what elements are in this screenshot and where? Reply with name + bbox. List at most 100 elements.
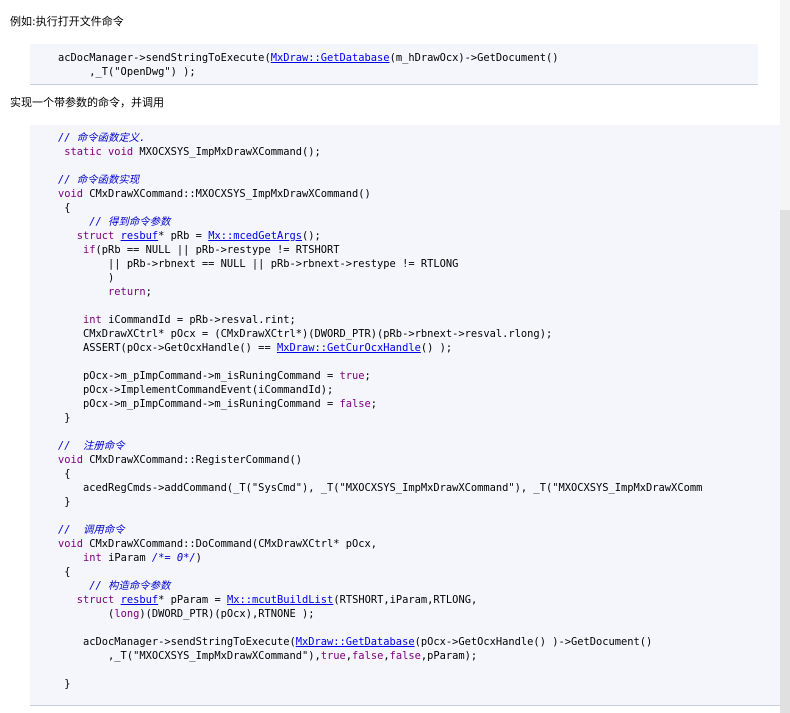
code-line: acDocManager->sendStringToExecute(MxDraw… xyxy=(58,635,652,649)
code-link[interactable]: resbuf xyxy=(121,594,159,606)
code-line: CMxDrawXCtrl* pOcx = (CMxDrawXCtrl*)(DWO… xyxy=(58,327,552,341)
code-line: { xyxy=(58,201,71,215)
code-comment: // 调用命令 xyxy=(58,524,125,536)
code-text: pOcx->m_pImpCommand->m_isRuningCommand = xyxy=(58,370,340,382)
code-line: ,_T("MXOCXSYS_ImpMxDrawXCommand"),true,f… xyxy=(58,649,477,663)
paragraph-param-command: 实现一个带参数的命令，并调用 xyxy=(10,96,164,109)
code-text: iCommandId = pRb->resval.rint; xyxy=(101,314,296,326)
code-text: ( xyxy=(58,608,115,620)
paragraph-open-file-example: 例如:执行打开文件命令 xyxy=(10,15,124,28)
code-line: acedRegCmds->addCommand(_T("SysCmd"), _T… xyxy=(58,481,702,495)
code-text: ASSERT(pOcx->GetOcxHandle() == xyxy=(58,342,277,354)
code-line: // 构造命令参数 xyxy=(58,579,170,593)
code-text: (pOcx->GetOcxHandle() )->GetDocument() xyxy=(414,636,653,648)
code-line: pOcx->m_pImpCommand->m_isRuningCommand =… xyxy=(58,397,377,411)
code-line: acDocManager->sendStringToExecute(MxDraw… xyxy=(58,51,558,65)
code-keyword: if xyxy=(83,244,96,256)
code-text: pOcx->m_pImpCommand->m_isRuningCommand = xyxy=(58,398,340,410)
code-comment: // 命令函数实现 xyxy=(58,174,140,186)
code-line: void CMxDrawXCommand::RegisterCommand() xyxy=(58,453,302,467)
code-link[interactable]: Mx::mcutBuildList xyxy=(227,594,333,606)
code-text: CMxDrawXCommand::DoCommand(CMxDrawXCtrl*… xyxy=(83,538,378,550)
code-keyword: struct xyxy=(76,230,115,242)
code-line: || pRb->rbnext == NULL || pRb->rbnext->r… xyxy=(58,257,458,271)
code-text: ; xyxy=(145,286,152,298)
code-text: } xyxy=(58,496,71,508)
code-text: (pRb == NULL || pRb->restype != RTSHORT xyxy=(95,244,340,256)
code-text: } xyxy=(58,678,71,690)
code-text: } xyxy=(58,412,71,424)
code-keyword: false xyxy=(389,650,421,662)
code-keyword: long xyxy=(114,608,140,620)
code-text: ; xyxy=(364,370,371,382)
code-line: ) xyxy=(58,271,114,285)
code-keyword: true xyxy=(320,650,346,662)
code-text: pOcx->ImplementCommandEvent(iCommandId); xyxy=(58,384,334,396)
code-comment: // 构造命令参数 xyxy=(89,580,171,592)
code-line: int iCommandId = pRb->resval.rint; xyxy=(58,313,296,327)
code-text: ; xyxy=(370,398,378,410)
code-comment: // 命令函数定义. xyxy=(58,132,146,144)
code-text: MXOCXSYS_ImpMxDrawXCommand(); xyxy=(133,146,321,158)
code-text: acDocManager->sendStringToExecute( xyxy=(58,52,271,64)
code-text: ,_T("OpenDwg") ); xyxy=(58,66,196,78)
code-link[interactable]: MxDraw::GetCurOcxHandle xyxy=(277,342,421,354)
code-text: ,_T("MXOCXSYS_ImpMxDrawXCommand"), xyxy=(58,650,321,662)
code-text: { xyxy=(58,468,71,480)
code-link[interactable]: resbuf xyxy=(121,230,159,242)
code-keyword: return xyxy=(108,286,146,298)
code-keyword: true xyxy=(339,370,365,382)
code-text: (m_hDrawOcx)->GetDocument() xyxy=(389,52,559,64)
code-line: // 命令函数定义. xyxy=(58,131,145,145)
code-text: CMxDrawXCommand::MXOCXSYS_ImpMxDrawXComm… xyxy=(83,188,371,200)
code-block-param-command: // 命令函数定义. static void MXOCXSYS_ImpMxDra… xyxy=(30,125,790,706)
code-keyword: static void xyxy=(64,146,134,158)
code-line: struct resbuf* pRb = Mx::mcedGetArgs(); xyxy=(58,229,321,243)
code-keyword: false xyxy=(352,650,384,662)
code-line: // 注册命令 xyxy=(58,439,125,453)
code-keyword: int xyxy=(83,314,102,326)
code-text: acedRegCmds->addCommand(_T("SysCmd"), _T… xyxy=(58,482,703,494)
code-keyword: int xyxy=(83,552,102,564)
code-line: void CMxDrawXCommand::MXOCXSYS_ImpMxDraw… xyxy=(58,187,371,201)
code-link[interactable]: MxDraw::GetDatabase xyxy=(296,636,415,648)
code-text: || pRb->rbnext == NULL || pRb->rbnext->r… xyxy=(58,258,459,270)
code-text: iParam xyxy=(101,552,152,564)
code-block-open-file: acDocManager->sendStringToExecute(MxDraw… xyxy=(30,44,758,85)
code-keyword: void xyxy=(58,188,84,200)
code-text: ) xyxy=(195,552,202,564)
code-line: } xyxy=(58,411,71,425)
code-line: ASSERT(pOcx->GetOcxHandle() == MxDraw::G… xyxy=(58,341,452,355)
code-keyword: void xyxy=(58,538,84,550)
code-line: } xyxy=(58,495,71,509)
code-line: pOcx->ImplementCommandEvent(iCommandId); xyxy=(58,383,333,397)
code-text: ) xyxy=(58,272,115,284)
code-line: (long)(DWORD_PTR)(pOcx),RTNONE ); xyxy=(58,607,315,621)
code-text: { xyxy=(58,202,71,214)
code-text: (RTSHORT,iParam,RTLONG, xyxy=(333,594,478,606)
code-line: // 得到命令参数 xyxy=(58,215,170,229)
vertical-scrollbar-thumb[interactable] xyxy=(780,210,790,713)
code-keyword: struct xyxy=(76,594,115,606)
code-line: return; xyxy=(58,285,152,299)
code-text: )(DWORD_PTR)(pOcx),RTNONE ); xyxy=(139,608,315,620)
code-line: ,_T("OpenDwg") ); xyxy=(58,65,196,79)
code-line: pOcx->m_pImpCommand->m_isRuningCommand =… xyxy=(58,369,371,383)
code-text: () ); xyxy=(420,342,453,354)
code-text: ,pParam); xyxy=(420,650,478,662)
code-text: (); xyxy=(302,230,321,242)
code-keyword: void xyxy=(58,454,84,466)
code-comment: // 得到命令参数 xyxy=(89,216,171,228)
code-keyword: false xyxy=(339,398,371,410)
code-link[interactable]: Mx::mcedGetArgs xyxy=(208,230,302,242)
code-link[interactable]: MxDraw::GetDatabase xyxy=(271,52,390,64)
code-text: CMxDrawXCommand::RegisterCommand() xyxy=(83,454,302,466)
code-comment: /*= 0*/ xyxy=(151,552,196,564)
